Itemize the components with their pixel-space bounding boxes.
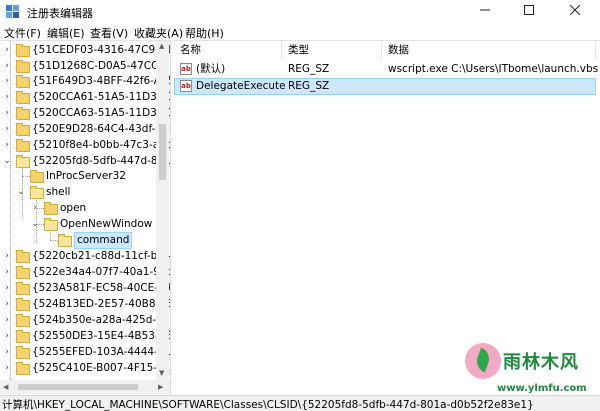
minimize-icon [479,9,490,11]
menu-file[interactable]: 文件(F) [4,25,41,41]
folder-icon [16,298,30,311]
watermark-title: 雨林木风 [503,352,579,373]
folder-icon [16,123,30,136]
folder-icon [58,234,72,247]
tree-vertical-scroll-thumb[interactable] [159,124,166,180]
minimize-button[interactable] [462,0,507,24]
column-header-type[interactable]: 类型 [282,41,382,59]
key-tree-pane[interactable]: › {51CEDF03-4316-47C9-810C › {51D1268C-D0A… [0,40,171,395]
column-header-data[interactable]: 数据 [382,41,596,59]
folder-icon [16,266,30,279]
folder-icon [16,91,30,104]
site-watermark: 雨林木风 www.ylmfu.com [463,343,591,405]
string-value-icon: ab [180,63,192,75]
folder-icon [16,314,30,327]
folder-icon [16,330,30,343]
value-type: REG_SZ [288,80,330,92]
folder-icon [30,186,44,199]
string-value-icon: ab [180,80,192,92]
menu-view[interactable]: 查看(V) [90,25,128,41]
folder-icon [44,218,58,231]
value-row-delegateexecute[interactable]: ab DelegateExecute REG_SZ [174,78,596,95]
menu-help[interactable]: 帮助(H) [185,25,224,41]
value-name: (默认) [196,63,226,75]
folder-icon [16,107,30,120]
folder-icon [16,250,30,263]
registry-editor-window: 注册表编辑器 文件(F) 编辑(E) 查看(V) 收藏夹(A) 帮助(H) ›{… [0,0,600,411]
menu-bar: 文件(F) 编辑(E) 查看(V) 收藏夹(A) 帮助(H) [0,24,600,40]
scroll-right-icon[interactable]: ▶ [158,383,163,391]
watermark-url: www.ylmfu.com [497,383,587,394]
registry-path: 计算机\HKEY_LOCAL_MACHINE\SOFTWARE\Classes\… [2,399,534,411]
tree-horizontal-scrollbar[interactable]: ◀ ▶ [0,380,170,394]
folder-icon [16,60,30,73]
folder-icon [16,75,30,88]
folder-icon [16,155,30,168]
maximize-icon [523,5,534,15]
folder-icon [16,346,30,359]
folder-icon [30,170,44,183]
ylmf-logo-icon [465,343,501,379]
scroll-down-icon[interactable]: ▼ [159,369,164,377]
window-title: 注册表编辑器 [27,7,93,20]
folder-icon [44,202,58,215]
value-name: DelegateExecute [196,80,286,92]
value-type: REG_SZ [288,63,330,75]
value-row-default[interactable]: ab (默认) REG_SZ wscript.exe C:\Users\ITbo… [174,61,599,78]
tree-horizontal-scroll-thumb[interactable] [18,384,138,390]
tree-connector [50,240,58,241]
registry-editor-icon [6,5,19,18]
values-list-pane[interactable]: 名称 类型 数据 ab (默认) REG_SZ wscript.exe C:\U… [174,40,600,395]
folder-icon [16,282,30,295]
scroll-left-icon[interactable]: ◀ [3,383,8,391]
tree-vertical-scrollbar[interactable]: ▲ ▼ [156,41,169,380]
folder-icon [16,44,30,57]
folder-icon [16,139,30,152]
maximize-button[interactable] [506,0,551,24]
close-button[interactable] [552,0,597,24]
title-bar: 注册表编辑器 [0,0,600,24]
column-header-name[interactable]: 名称 [174,41,282,59]
close-icon [569,4,580,16]
value-data: wscript.exe C:\Users\ITbome\launch.vbs [388,63,599,75]
menu-edit[interactable]: 编辑(E) [47,25,85,41]
menu-favorites[interactable]: 收藏夹(A) [134,25,183,41]
scroll-up-icon[interactable]: ▲ [159,42,164,50]
folder-icon [16,362,30,375]
